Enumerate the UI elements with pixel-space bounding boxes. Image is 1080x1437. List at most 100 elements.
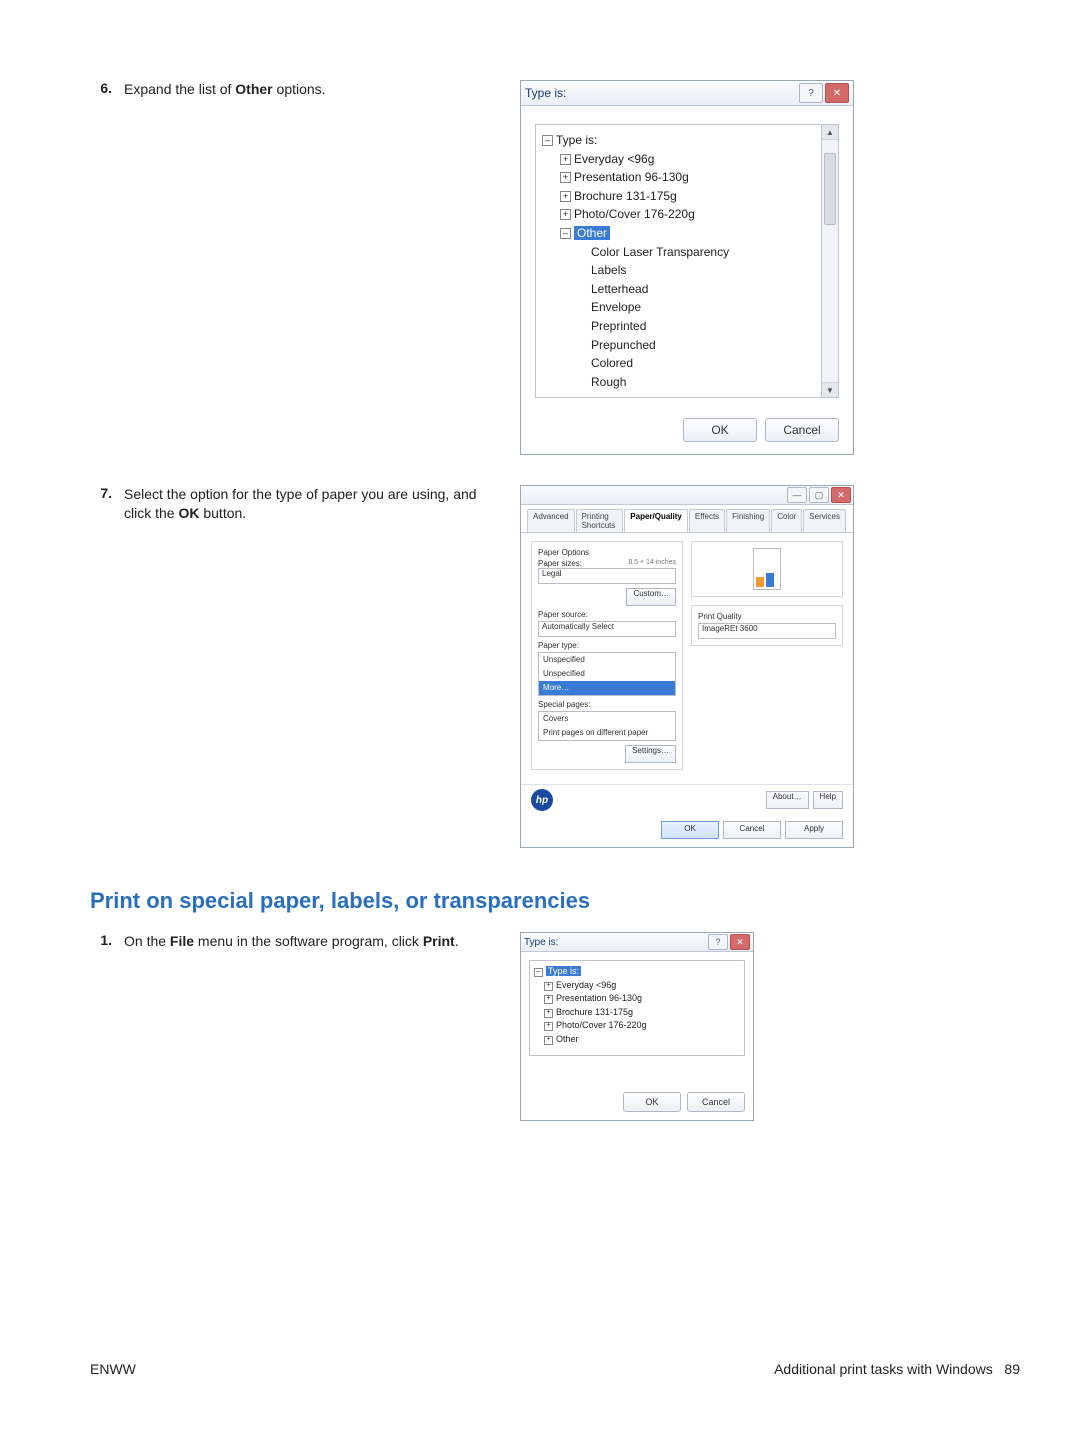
step-7-number: 7. — [90, 485, 112, 523]
paper-type-tree[interactable]: –Type is: +Everyday <96g +Presentation 9… — [535, 124, 822, 398]
print-quality-group: Print Quality ImageREt 3600 — [691, 605, 843, 646]
tab-services[interactable]: Services — [803, 509, 846, 532]
step-6-number: 6. — [90, 80, 112, 99]
tab-paper-quality[interactable]: Paper/Quality — [624, 509, 688, 532]
printing-preferences-dialog: — ▢ ✕ Advanced Printing Shortcuts Paper/… — [520, 485, 854, 848]
custom-button[interactable]: Custom… — [626, 588, 676, 606]
paper-source-label: Paper source: — [538, 610, 676, 619]
close-icon[interactable]: ✕ — [730, 934, 750, 950]
minimize-icon[interactable]: — — [787, 487, 807, 503]
tab-finishing[interactable]: Finishing — [726, 509, 770, 532]
help-button[interactable]: Help — [813, 791, 843, 809]
tree-item[interactable]: Letterhead — [591, 282, 648, 296]
section-heading: Print on special paper, labels, or trans… — [90, 888, 1020, 914]
expand-icon[interactable]: + — [560, 209, 571, 220]
paper-size-hint: 8.5 × 14 inches — [628, 559, 676, 566]
tab-advanced[interactable]: Advanced — [527, 509, 575, 532]
tab-color[interactable]: Color — [771, 509, 802, 532]
tree-item[interactable]: Other — [556, 1034, 579, 1044]
expand-icon[interactable]: + — [560, 191, 571, 202]
tree-root-selected[interactable]: Type is: — [546, 966, 581, 976]
step-7-row: 7. Select the option for the type of pap… — [90, 485, 1020, 848]
paper-size-dropdown[interactable]: Legal — [538, 568, 676, 584]
paper-type-tree-collapsed[interactable]: –Type is: +Everyday <96g +Presentation 9… — [529, 960, 745, 1056]
scroll-thumb[interactable] — [824, 153, 836, 225]
collapse-icon[interactable]: – — [542, 135, 553, 146]
maximize-icon[interactable]: ▢ — [809, 487, 829, 503]
paper-type-option[interactable]: Unspecified — [539, 667, 675, 681]
layout-preview — [691, 541, 843, 597]
expand-icon[interactable]: + — [544, 982, 553, 991]
help-icon[interactable]: ? — [799, 83, 823, 103]
expand-icon[interactable]: + — [544, 1009, 553, 1018]
paper-type-option[interactable]: Unspecified — [539, 653, 675, 667]
type-is-dialog-collapsed: Type is: ? ✕ –Type is: +Everyday <96g +P… — [520, 932, 754, 1121]
footer-right: Additional print tasks with Windows 89 — [774, 1361, 1020, 1377]
page-footer: ENWW Additional print tasks with Windows… — [90, 1361, 1020, 1377]
scroll-down-icon[interactable]: ▼ — [822, 382, 838, 397]
tree-item[interactable]: Brochure 131-175g — [574, 189, 677, 203]
expand-icon[interactable]: + — [544, 1022, 553, 1031]
tree-item[interactable]: Everyday <96g — [574, 152, 654, 166]
expand-icon[interactable]: + — [544, 1036, 553, 1045]
expand-icon[interactable]: + — [544, 995, 553, 1004]
step-1-row: 1. On the File menu in the software prog… — [90, 932, 1020, 1121]
tree-item[interactable]: Color Laser Transparency — [591, 245, 729, 259]
tree-item[interactable]: Presentation 96-130g — [556, 993, 642, 1003]
type-is-dialog-expanded: Type is: ? ✕ –Type is: +Everyday <96g +P… — [520, 80, 854, 455]
paper-options-label: Paper Options — [538, 548, 676, 557]
tree-item[interactable]: Presentation 96-130g — [574, 170, 689, 184]
tree-item[interactable]: Envelope — [591, 300, 641, 314]
tree-item[interactable]: Labels — [591, 263, 626, 277]
close-icon[interactable]: ✕ — [825, 83, 849, 103]
print-quality-label: Print Quality — [698, 612, 836, 621]
tabs-row: Advanced Printing Shortcuts Paper/Qualit… — [521, 505, 853, 533]
step-6-text: Expand the list of Other options. — [124, 80, 326, 99]
close-icon[interactable]: ✕ — [831, 487, 851, 503]
tree-item-other-selected[interactable]: Other — [574, 226, 610, 240]
paper-sizes-label: Paper sizes: — [538, 559, 624, 568]
tree-item[interactable]: Colored — [591, 356, 633, 370]
cancel-button[interactable]: Cancel — [765, 418, 839, 442]
step-1-number: 1. — [90, 932, 112, 951]
tree-item[interactable]: Preprinted — [591, 319, 646, 333]
about-button[interactable]: About… — [766, 791, 809, 809]
paper-source-dropdown[interactable]: Automatically Select — [538, 621, 676, 637]
step-1-text: On the File menu in the software program… — [124, 932, 459, 951]
collapse-icon[interactable]: – — [560, 228, 571, 239]
settings-button[interactable]: Settings… — [625, 745, 676, 763]
special-pages-row[interactable]: Covers — [539, 712, 675, 726]
footer-left: ENWW — [90, 1361, 136, 1377]
hp-logo-icon: hp — [531, 789, 553, 811]
tree-scrollbar[interactable]: ▲ ▼ — [822, 124, 839, 398]
tree-item[interactable]: Prepunched — [591, 338, 656, 352]
ok-button[interactable]: OK — [623, 1092, 681, 1112]
scroll-up-icon[interactable]: ▲ — [822, 125, 838, 140]
paper-type-dropdown-open[interactable]: Unspecified Unspecified More… — [538, 652, 676, 696]
special-pages-list[interactable]: Covers Print pages on different paper — [538, 711, 676, 741]
cancel-button[interactable]: Cancel — [687, 1092, 745, 1112]
paper-type-label: Paper type: — [538, 641, 676, 650]
tree-item[interactable]: Photo/Cover 176-220g — [574, 207, 695, 221]
tree-item[interactable]: Rough — [591, 375, 626, 389]
expand-icon[interactable]: + — [560, 154, 571, 165]
expand-icon[interactable]: + — [560, 172, 571, 183]
tab-printing-shortcuts[interactable]: Printing Shortcuts — [576, 509, 624, 532]
tree-item[interactable]: Photo/Cover 176-220g — [556, 1020, 647, 1030]
paper-options-group: Paper Options Paper sizes: 8.5 × 14 inch… — [531, 541, 683, 770]
apply-button[interactable]: Apply — [785, 821, 843, 839]
step-7-text: Select the option for the type of paper … — [124, 485, 500, 523]
sheet-icon — [753, 548, 781, 590]
help-icon[interactable]: ? — [708, 934, 728, 950]
tree-item[interactable]: Everyday <96g — [556, 980, 616, 990]
ok-button[interactable]: OK — [661, 821, 719, 839]
paper-type-option-more-selected[interactable]: More… — [539, 681, 675, 695]
collapse-icon[interactable]: – — [534, 968, 543, 977]
print-quality-dropdown[interactable]: ImageREt 3600 — [698, 623, 836, 639]
special-pages-row[interactable]: Print pages on different paper — [539, 726, 675, 740]
tab-effects[interactable]: Effects — [689, 509, 725, 532]
special-pages-label: Special pages: — [538, 700, 676, 709]
tree-item[interactable]: Brochure 131-175g — [556, 1007, 633, 1017]
ok-button[interactable]: OK — [683, 418, 757, 442]
cancel-button[interactable]: Cancel — [723, 821, 781, 839]
